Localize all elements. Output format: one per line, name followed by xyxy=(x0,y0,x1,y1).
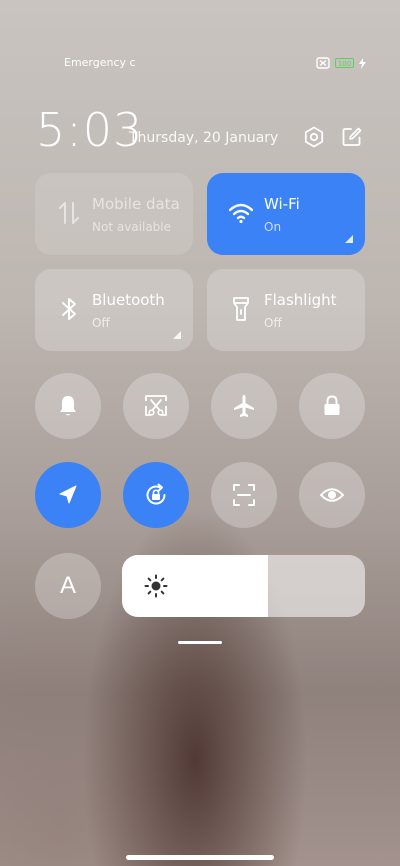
reading-mode-toggle[interactable] xyxy=(299,462,365,528)
flashlight-title: Flashlight xyxy=(264,291,337,309)
font-size-label: A xyxy=(59,572,76,599)
rotation-lock-icon xyxy=(146,483,166,505)
panel-drag-handle[interactable] xyxy=(178,641,222,644)
wifi-status: On xyxy=(264,220,282,234)
home-indicator[interactable] xyxy=(126,855,274,860)
sun-icon xyxy=(144,574,168,598)
notifications-toggle[interactable] xyxy=(35,373,101,439)
wifi-expand-arrow[interactable] xyxy=(345,235,353,243)
airplane-icon xyxy=(234,395,254,417)
bell-icon xyxy=(60,396,76,416)
settings-icon[interactable] xyxy=(303,126,325,148)
flashlight-icon xyxy=(233,297,249,321)
no-sim-icon xyxy=(316,57,330,69)
wifi-tile[interactable]: Wi-Fi On xyxy=(207,173,365,255)
battery-icon: 100 xyxy=(335,58,354,68)
clock-date: Thursday, 20 January xyxy=(129,130,279,146)
brightness-slider[interactable] xyxy=(122,555,365,617)
scissors-icon xyxy=(145,395,167,416)
clock-time: 5:03 xyxy=(36,103,144,157)
mobile-data-status: Not available xyxy=(92,220,172,234)
bluetooth-status: Off xyxy=(92,316,110,330)
location-arrow-icon xyxy=(59,485,77,504)
status-bar: Emergency c 100 xyxy=(0,56,400,74)
screenshot-toggle[interactable] xyxy=(123,373,189,439)
eye-icon xyxy=(320,488,344,502)
charging-icon xyxy=(359,57,366,69)
wifi-icon xyxy=(229,203,253,224)
auto-rotate-lock-toggle[interactable] xyxy=(123,462,189,528)
scan-icon xyxy=(233,484,255,506)
status-icons: 100 xyxy=(316,57,366,69)
bluetooth-tile[interactable]: Bluetooth Off xyxy=(35,269,193,351)
flashlight-status: Off xyxy=(264,316,282,330)
flashlight-tile[interactable]: Flashlight Off xyxy=(207,269,365,351)
font-size-button[interactable]: A xyxy=(35,553,101,619)
edit-icon[interactable] xyxy=(341,126,363,148)
lock-screen-toggle[interactable] xyxy=(299,373,365,439)
mobile-data-icon xyxy=(59,202,79,224)
lock-icon xyxy=(324,395,340,415)
mobile-data-tile[interactable]: Mobile data Not available xyxy=(35,173,193,255)
wifi-title: Wi-Fi xyxy=(264,195,300,213)
scanner-toggle[interactable] xyxy=(211,462,277,528)
bluetooth-title: Bluetooth xyxy=(92,291,165,309)
carrier-text: Emergency c xyxy=(64,56,136,69)
mobile-data-title: Mobile data xyxy=(92,195,180,213)
bluetooth-expand-arrow[interactable] xyxy=(173,331,181,339)
bluetooth-icon xyxy=(62,298,76,320)
location-toggle[interactable] xyxy=(35,462,101,528)
airplane-mode-toggle[interactable] xyxy=(211,373,277,439)
